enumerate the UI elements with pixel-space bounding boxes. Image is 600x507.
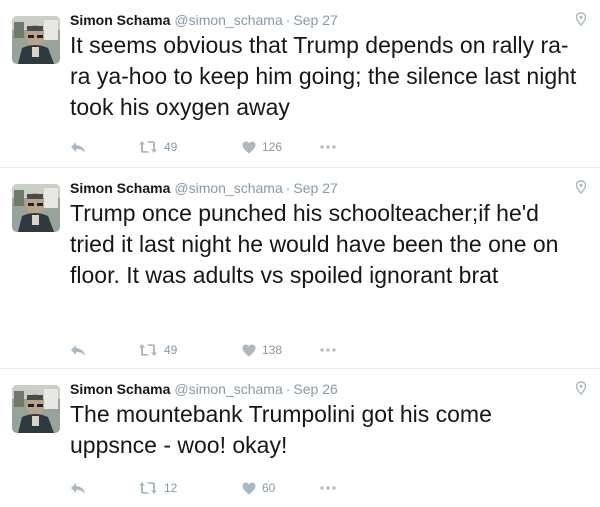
tweet-text: Trump once punched his schoolteacher;if …: [70, 200, 559, 288]
heart-icon: [242, 482, 256, 494]
retweet-count: 12: [164, 481, 178, 495]
user-name[interactable]: Simon Schama: [70, 180, 170, 196]
tweet-header: Simon Schama @simon_schama · Sep 26: [70, 380, 338, 398]
tweet-header: Simon Schama @simon_schama · Sep 27: [70, 179, 338, 197]
like-button[interactable]: 138: [242, 341, 282, 359]
more-dots-icon: [320, 486, 336, 490]
avatar[interactable]: [12, 184, 60, 232]
like-count: 126: [262, 140, 283, 154]
reply-button[interactable]: [70, 138, 86, 156]
retweet-count: 49: [164, 343, 178, 357]
reply-button[interactable]: [70, 479, 86, 497]
like-count: 60: [262, 481, 276, 495]
tweet[interactable]: Simon Schama @simon_schama · Sep 27 It seem…: [0, 0, 600, 167]
heart-icon: [242, 344, 256, 356]
retweet-button[interactable]: 12: [138, 479, 177, 497]
tweet-date[interactable]: Sep 27: [293, 180, 337, 196]
retweet-icon: [139, 482, 157, 494]
user-handle[interactable]: @simon_schama: [174, 381, 282, 397]
tweet-feed: Simon Schama @simon_schama · Sep 27 It seem…: [0, 0, 600, 507]
tweet-date[interactable]: Sep 27: [293, 12, 337, 28]
reply-button[interactable]: [70, 341, 86, 359]
more-button[interactable]: [320, 479, 336, 497]
separator-dot: ·: [285, 12, 291, 28]
tweet[interactable]: Simon Schama @simon_schama · Sep 27 Trump o…: [0, 168, 600, 368]
separator-dot: ·: [285, 180, 291, 196]
avatar[interactable]: [12, 16, 60, 64]
like-count: 138: [262, 343, 283, 357]
more-button[interactable]: [320, 138, 336, 156]
user-name[interactable]: Simon Schama: [70, 12, 170, 28]
separator-dot: ·: [285, 381, 291, 397]
tweet-text: It seems obvious that Trump depends on r…: [70, 32, 577, 120]
avatar[interactable]: [12, 385, 60, 433]
more-button[interactable]: [320, 341, 336, 359]
retweet-button[interactable]: 49: [138, 341, 177, 359]
tweet-date[interactable]: Sep 26: [293, 381, 337, 397]
retweet-button[interactable]: 49: [138, 138, 177, 156]
reply-icon: [71, 142, 85, 153]
tweet-text: The mountebank Trumpolini got his come u…: [70, 401, 492, 458]
like-button[interactable]: 126: [242, 138, 282, 156]
location-pin-icon[interactable]: [575, 180, 587, 195]
location-pin-icon[interactable]: [575, 381, 587, 396]
tweet[interactable]: Simon Schama @simon_schama · Sep 26 The mou…: [0, 369, 600, 507]
retweet-icon: [139, 141, 157, 153]
like-button[interactable]: 60: [242, 479, 275, 497]
more-dots-icon: [320, 348, 336, 352]
retweet-icon: [139, 344, 157, 356]
retweet-count: 49: [164, 140, 178, 154]
location-pin-icon[interactable]: [575, 12, 587, 27]
more-dots-icon: [320, 145, 336, 149]
user-handle[interactable]: @simon_schama: [174, 12, 282, 28]
user-name[interactable]: Simon Schama: [70, 381, 170, 397]
tweet-header: Simon Schama @simon_schama · Sep 27: [70, 11, 338, 29]
reply-icon: [71, 345, 85, 356]
heart-icon: [242, 141, 256, 153]
user-handle[interactable]: @simon_schama: [174, 180, 282, 196]
reply-icon: [71, 483, 85, 494]
